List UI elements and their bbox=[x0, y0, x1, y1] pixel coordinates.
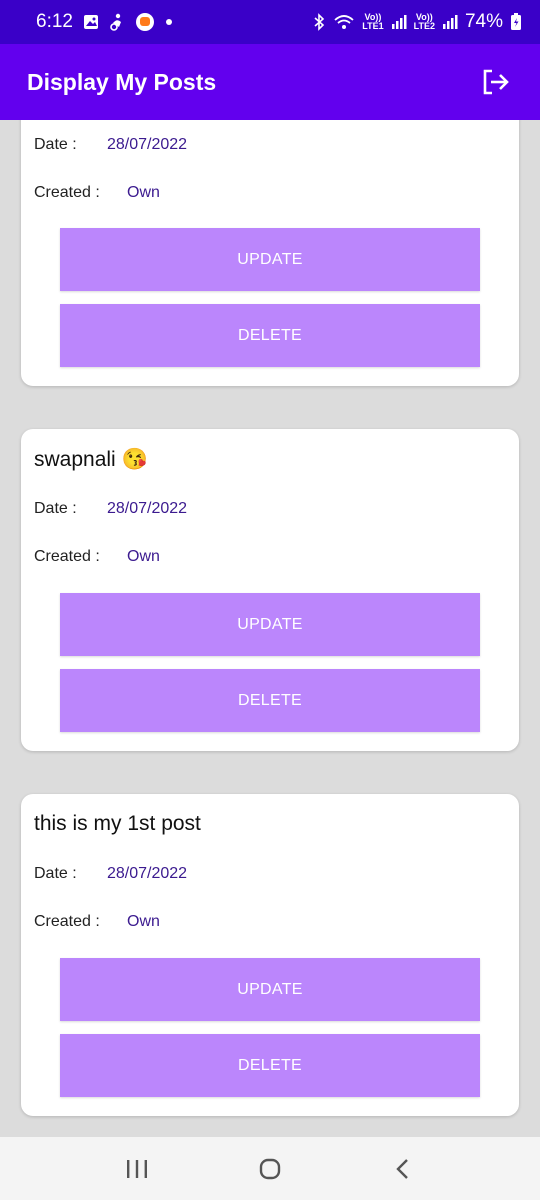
logout-icon bbox=[483, 69, 509, 95]
battery-percent: 74% bbox=[464, 11, 503, 32]
page-title: Display My Posts bbox=[27, 68, 217, 95]
app-notification-icon bbox=[135, 12, 155, 32]
status-time: 6:12 bbox=[36, 11, 73, 32]
status-right: Vo)) LTE1 Vo)) LTE2 74% bbox=[312, 11, 522, 33]
sim2-network-label: Vo)) LTE2 bbox=[414, 13, 435, 31]
logout-button[interactable] bbox=[478, 65, 512, 99]
date-label: Date : bbox=[34, 500, 77, 517]
system-navigation-bar bbox=[0, 1137, 540, 1200]
created-label: Created : bbox=[34, 184, 100, 201]
status-bar: 6:12 Vo)) LTE1 Vo)) LTE2 74% bbox=[0, 0, 540, 44]
delete-button[interactable]: DELETE bbox=[60, 304, 480, 367]
post-card: swapnali 😘 Date : 28/07/2022 Created : O… bbox=[21, 429, 519, 751]
post-card: this is my 1st post Date : 28/07/2022 Cr… bbox=[21, 794, 519, 1116]
wifi-icon bbox=[333, 13, 355, 31]
back-button[interactable] bbox=[373, 1149, 433, 1189]
post-title: swapnali 😘 bbox=[34, 448, 148, 471]
post-title: this is my 1st post bbox=[34, 812, 201, 835]
created-value: Own bbox=[127, 548, 160, 565]
date-value: 28/07/2022 bbox=[107, 136, 188, 153]
sim1-lte-label: LTE1 bbox=[362, 21, 384, 31]
signal-sim1-icon bbox=[391, 14, 407, 30]
recent-apps-icon bbox=[126, 1159, 147, 1178]
date-value: 28/07/2022 bbox=[107, 865, 188, 882]
back-icon bbox=[396, 1158, 409, 1179]
recent-apps-button[interactable] bbox=[107, 1149, 167, 1189]
delete-button[interactable]: DELETE bbox=[60, 1034, 480, 1097]
date-label: Date : bbox=[34, 865, 77, 882]
gallery-notification-icon bbox=[83, 14, 99, 30]
bluetooth-icon bbox=[312, 13, 326, 31]
created-value: Own bbox=[127, 184, 160, 201]
signal-sim2-icon bbox=[442, 14, 458, 30]
more-notifications-dot-icon bbox=[165, 18, 173, 26]
home-button[interactable] bbox=[240, 1149, 300, 1189]
update-button[interactable]: UPDATE bbox=[60, 228, 480, 291]
update-button[interactable]: UPDATE bbox=[60, 593, 480, 656]
date-label: Date : bbox=[34, 136, 77, 153]
created-value: Own bbox=[127, 913, 160, 930]
home-icon bbox=[259, 1158, 281, 1179]
update-button[interactable]: UPDATE bbox=[60, 958, 480, 1021]
sim1-network-label: Vo)) LTE1 bbox=[362, 13, 383, 31]
post-card: Date : 28/07/2022 Created : Own UPDATE D… bbox=[21, 120, 519, 386]
fitness-notification-icon bbox=[109, 13, 125, 31]
created-label: Created : bbox=[34, 548, 100, 565]
battery-charging-icon bbox=[510, 13, 522, 31]
posts-list[interactable]: Date : 28/07/2022 Created : Own UPDATE D… bbox=[0, 120, 540, 1137]
date-value: 28/07/2022 bbox=[107, 500, 188, 517]
status-left: 6:12 bbox=[36, 11, 173, 33]
created-label: Created : bbox=[34, 913, 100, 930]
sim2-lte-label: LTE2 bbox=[413, 21, 435, 31]
delete-button[interactable]: DELETE bbox=[60, 669, 480, 732]
app-bar: Display My Posts bbox=[0, 44, 540, 120]
